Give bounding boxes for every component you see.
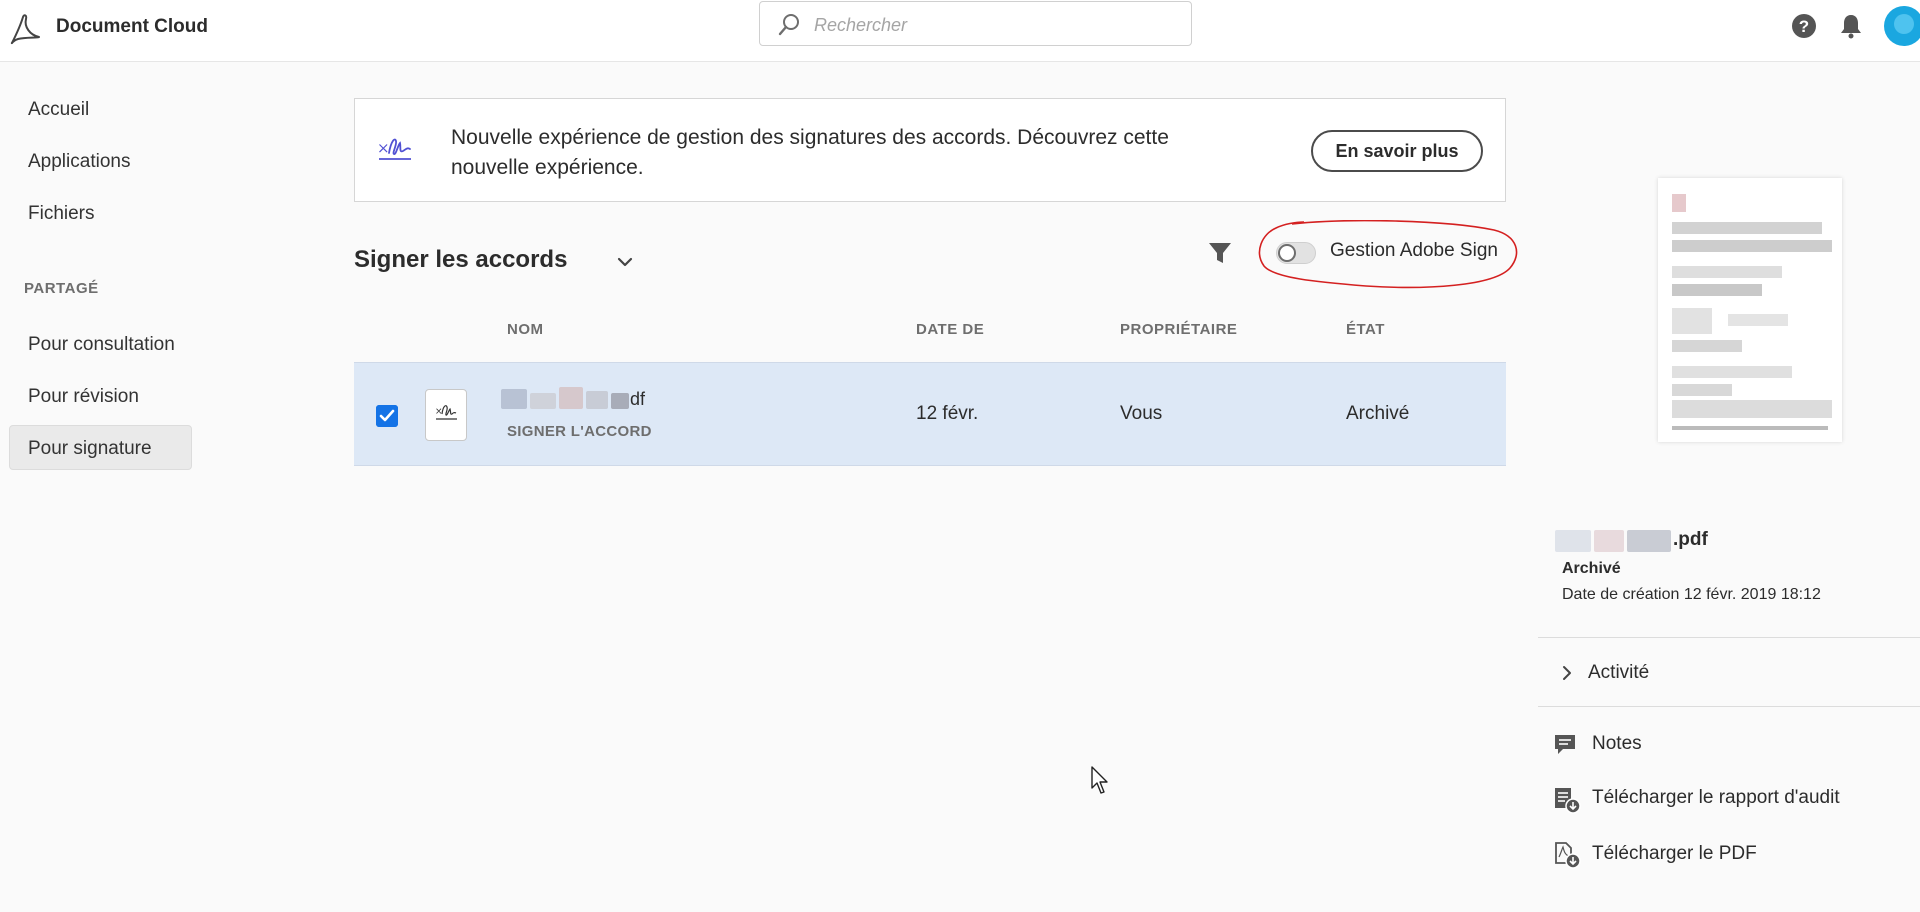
redacted-name-block — [1627, 530, 1671, 552]
search-icon — [778, 14, 799, 36]
document-thumbnail[interactable] — [1658, 178, 1842, 442]
top-bar: Document Cloud ? — [0, 0, 1920, 62]
table-row[interactable]: × df SIGNER L'ACCORD 12 févr. Vous Archi… — [354, 362, 1506, 466]
row-owner: Vous — [1120, 403, 1163, 424]
chevron-right-icon[interactable] — [1560, 663, 1574, 683]
app-title[interactable]: Document Cloud — [56, 16, 208, 38]
details-created-date: Date de création 12 févr. 2019 18:12 — [1562, 586, 1821, 603]
learn-more-button[interactable]: En savoir plus — [1311, 130, 1483, 172]
comment-icon — [1555, 735, 1575, 754]
filter-icon[interactable] — [1206, 239, 1234, 267]
column-header-owner[interactable]: PROPRIÉTAIRE — [1120, 321, 1237, 338]
info-banner: × Nouvelle expérience de gestion des sig… — [354, 98, 1506, 202]
nav-item-pour-consultation[interactable]: Pour consultation — [28, 334, 175, 356]
nav-item-accueil[interactable]: Accueil — [28, 99, 89, 121]
search-box[interactable] — [759, 1, 1192, 46]
redacted-name-block — [530, 393, 556, 409]
row-date: 12 févr. — [916, 403, 979, 424]
user-avatar[interactable] — [1884, 6, 1920, 46]
notifications-bell-icon[interactable] — [1837, 12, 1865, 40]
signature-icon: × — [377, 138, 411, 160]
details-status: Archivé — [1562, 560, 1621, 577]
notes-action[interactable]: Notes — [1592, 733, 1642, 755]
redacted-name-block — [501, 389, 527, 409]
download-audit-report-action[interactable]: Télécharger le rapport d'audit — [1592, 787, 1840, 809]
svg-text:×: × — [377, 139, 390, 157]
pdf-download-icon — [1555, 842, 1581, 869]
column-header-status[interactable]: ÉTAT — [1346, 321, 1385, 338]
agreement-type: SIGNER L'ACCORD — [507, 423, 652, 440]
divider — [1538, 706, 1920, 707]
redacted-name-block — [1594, 530, 1624, 552]
details-file-name: .pdf — [1673, 529, 1708, 550]
nav-item-pour-revision[interactable]: Pour révision — [28, 386, 139, 408]
svg-text:?: ? — [1799, 17, 1809, 36]
divider — [1538, 637, 1920, 638]
column-header-date[interactable]: DATE DE — [916, 321, 984, 338]
banner-text: Nouvelle expérience de gestion des signa… — [451, 126, 1169, 179]
nav-item-pour-signature-label: Pour signature — [28, 438, 152, 459]
help-icon[interactable]: ? — [1790, 12, 1818, 40]
redacted-name-block — [559, 387, 583, 409]
adobe-acrobat-logo-icon[interactable] — [6, 13, 42, 47]
svg-text:×: × — [435, 407, 443, 417]
redacted-name-block — [1555, 530, 1591, 552]
row-status: Archivé — [1346, 403, 1410, 424]
download-pdf-action[interactable]: Télécharger le PDF — [1592, 843, 1757, 865]
row-checkbox[interactable] — [376, 405, 398, 427]
chevron-down-icon[interactable] — [614, 251, 636, 273]
nav-item-fichiers[interactable]: Fichiers — [28, 203, 95, 225]
redacted-name-block — [611, 393, 629, 409]
file-name[interactable]: df — [630, 389, 645, 410]
search-input[interactable] — [812, 8, 1176, 42]
nav-section-title: PARTAGÉ — [24, 280, 99, 297]
mouse-cursor-icon — [1091, 766, 1108, 794]
activity-toggle[interactable]: Activité — [1588, 662, 1649, 684]
redacted-name-block — [586, 391, 608, 409]
list-title[interactable]: Signer les accords — [354, 246, 567, 274]
agreement-file-icon: × — [425, 389, 467, 441]
column-header-name[interactable]: NOM — [507, 321, 544, 338]
red-circle-annotation — [1258, 220, 1518, 289]
audit-report-download-icon — [1555, 788, 1581, 814]
nav-item-applications[interactable]: Applications — [28, 151, 130, 173]
